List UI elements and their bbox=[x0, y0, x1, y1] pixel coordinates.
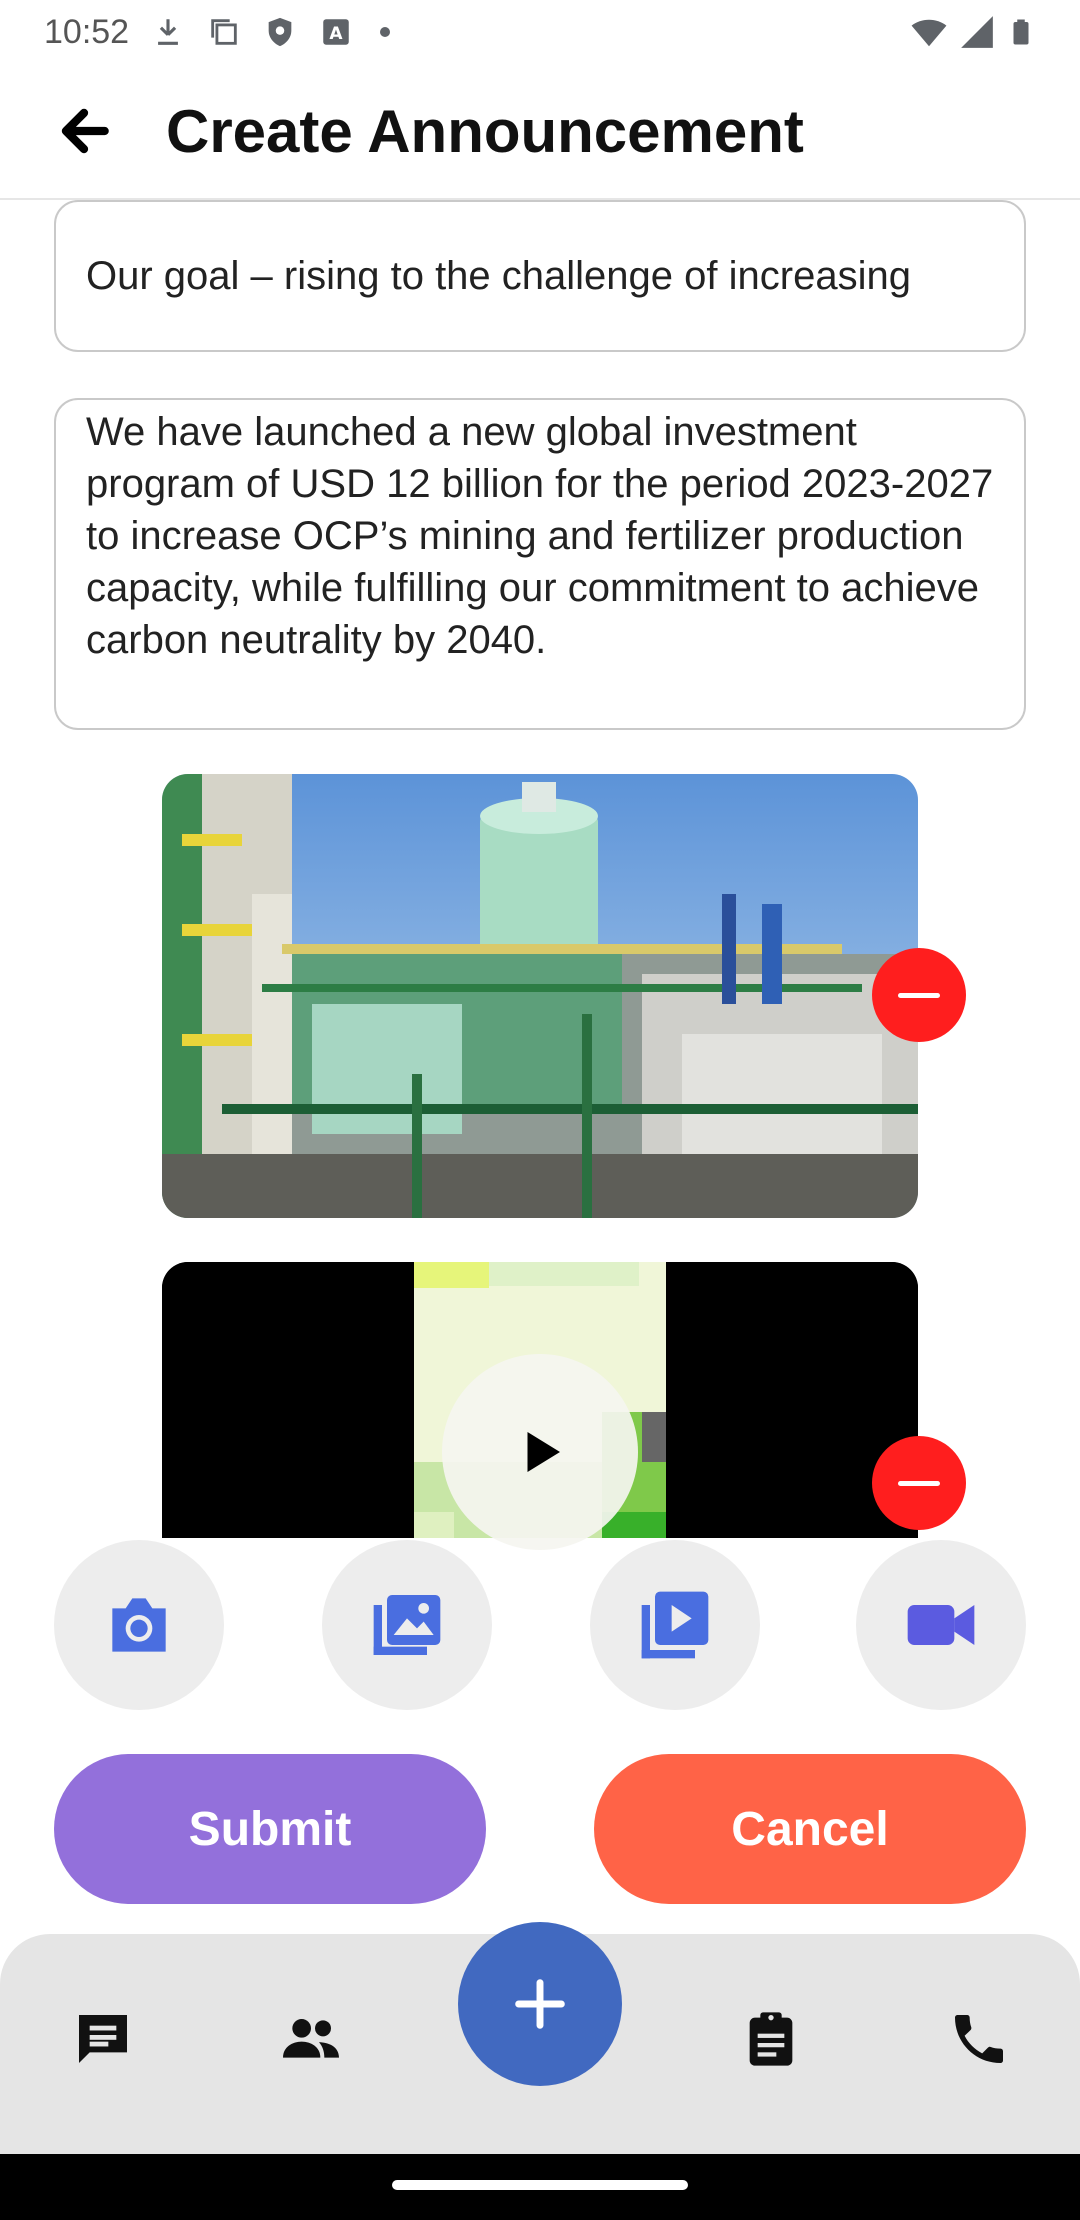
nav-people[interactable] bbox=[266, 1994, 356, 2084]
video-library-icon bbox=[641, 1591, 709, 1659]
status-bar: 10:52 A bbox=[0, 0, 1080, 64]
cancel-button[interactable]: Cancel bbox=[594, 1754, 1026, 1904]
remove-image-button[interactable] bbox=[872, 948, 966, 1042]
back-button[interactable] bbox=[34, 81, 134, 181]
dot-icon bbox=[380, 27, 391, 37]
attached-image bbox=[162, 774, 918, 1218]
industrial-plant-image bbox=[162, 774, 918, 1218]
page-title: Create Announcement bbox=[166, 97, 804, 165]
signal-icon bbox=[961, 16, 993, 48]
announcement-body-input[interactable]: We have launched a new global investment… bbox=[54, 398, 1026, 730]
app-bar: Create Announcement bbox=[0, 64, 1080, 200]
status-time: 10:52 bbox=[44, 12, 130, 51]
arrow-back-icon bbox=[61, 108, 109, 154]
nav-chat[interactable] bbox=[58, 1994, 148, 2084]
camera-icon bbox=[112, 1598, 166, 1652]
pick-video-button[interactable] bbox=[590, 1540, 760, 1710]
nav-call[interactable] bbox=[934, 1994, 1024, 2084]
phone-icon bbox=[955, 2015, 1003, 2063]
add-icon bbox=[515, 1979, 565, 2029]
shield-icon bbox=[268, 17, 292, 47]
battery-icon bbox=[1013, 19, 1029, 45]
play-icon bbox=[527, 1432, 560, 1472]
pick-image-button[interactable] bbox=[322, 1540, 492, 1710]
home-gesture-handle[interactable] bbox=[392, 2180, 688, 2190]
add-button[interactable] bbox=[458, 1922, 622, 2086]
wifi-icon bbox=[911, 19, 947, 47]
record-video-button[interactable] bbox=[856, 1540, 1026, 1710]
announcement-title-input[interactable]: Our goal – rising to the challenge of in… bbox=[54, 200, 1026, 352]
svg-text:A: A bbox=[330, 24, 344, 44]
clipboard-icon bbox=[749, 2012, 793, 2066]
submit-button[interactable]: Submit bbox=[54, 1754, 486, 1904]
copy-icon bbox=[211, 19, 237, 45]
minus-circle-icon bbox=[898, 1480, 940, 1486]
remove-video-button[interactable] bbox=[872, 1436, 966, 1530]
screen: 10:52 A Create Announcement Our goal – r… bbox=[0, 0, 1080, 2220]
nav-tasks[interactable] bbox=[726, 1994, 816, 2084]
minus-circle-icon bbox=[898, 992, 940, 998]
font-icon: A bbox=[323, 19, 349, 45]
download-icon bbox=[158, 19, 179, 45]
take-photo-button[interactable] bbox=[54, 1540, 224, 1710]
videocam-icon bbox=[907, 1605, 975, 1645]
chat-icon bbox=[79, 2015, 127, 2063]
people-icon bbox=[283, 2019, 339, 2058]
play-video-button[interactable] bbox=[442, 1354, 638, 1550]
attachment-toolbar bbox=[0, 1540, 1080, 1712]
gallery-icon bbox=[373, 1595, 441, 1655]
